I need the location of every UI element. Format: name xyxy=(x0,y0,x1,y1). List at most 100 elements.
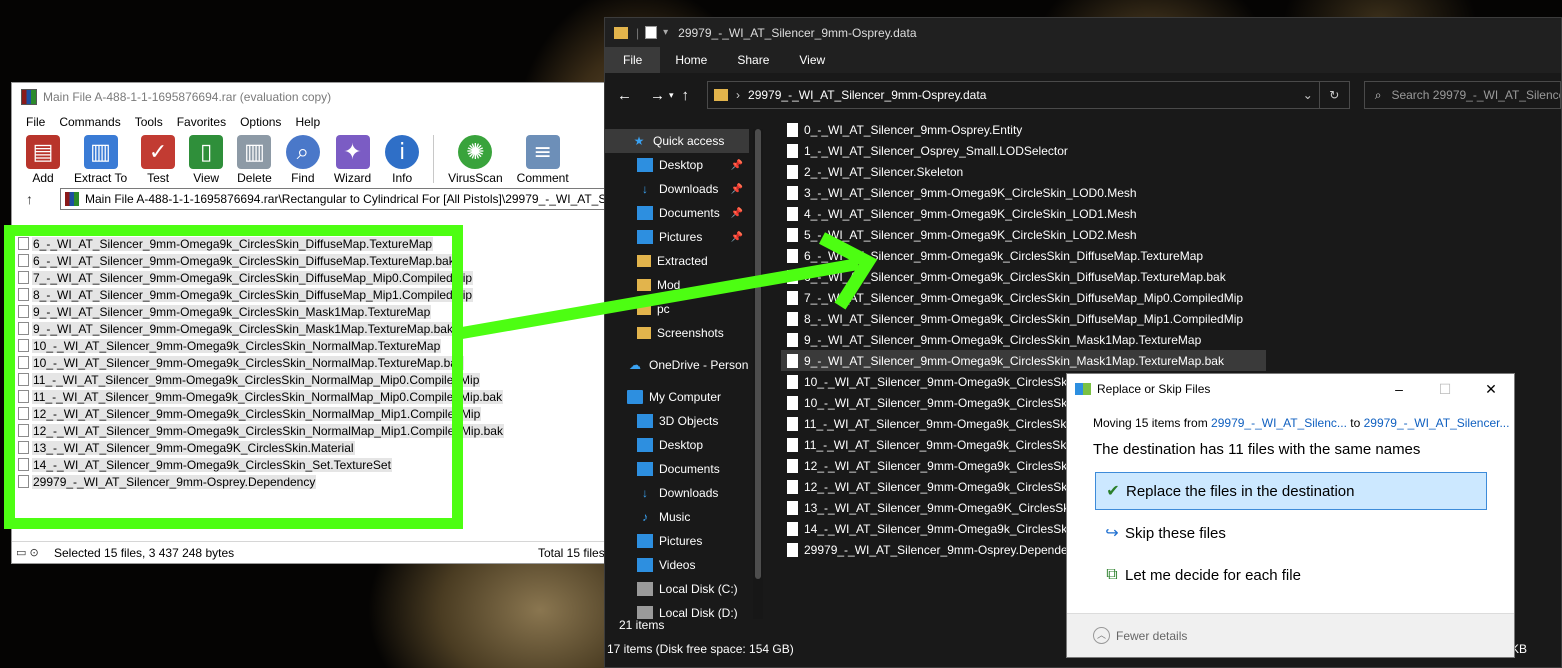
search-input[interactable]: ⌕ Search 29979_-_WI_AT_Silencer_9mm-Ospr… xyxy=(1363,81,1561,109)
list-item[interactable]: 6_-_WI_AT_Silencer_9mm-Omega9k_CirclesSk… xyxy=(781,245,1321,266)
source-folder-link[interactable]: 29979_-_WI_AT_Silenc... xyxy=(1211,416,1347,430)
minimize-icon[interactable]: – xyxy=(1376,381,1422,397)
list-item[interactable]: 3_-_WI_AT_Silencer_9mm-Omega9K_CircleSki… xyxy=(781,182,1321,203)
nav-item-3d-objects[interactable]: 3D Objects xyxy=(605,409,749,433)
recent-chevron-icon[interactable]: ▾ xyxy=(669,90,674,101)
properties-icon[interactable] xyxy=(645,26,658,39)
list-item[interactable]: 4_-_WI_AT_Silencer_9mm-Omega9K_CircleSki… xyxy=(781,203,1321,224)
list-item[interactable]: 29979_-_WI_AT_Silencer_9mm-Osprey.Depend… xyxy=(16,473,596,490)
list-item[interactable]: 6_-_WI_AT_Silencer_9mm-Omega9k_CirclesSk… xyxy=(16,252,596,269)
list-item[interactable]: 8_-_WI_AT_Silencer_9mm-Omega9k_CirclesSk… xyxy=(781,308,1321,329)
breadcrumb[interactable]: 29979_-_WI_AT_Silencer_9mm-Osprey.data xyxy=(748,88,1297,102)
chevron-up-icon[interactable]: ︿ xyxy=(1093,627,1110,644)
list-item[interactable]: 7_-_WI_AT_Silencer_9mm-Omega9k_CirclesSk… xyxy=(781,287,1321,308)
fewer-details-link[interactable]: Fewer details xyxy=(1116,629,1187,643)
tab-file[interactable]: File xyxy=(605,47,661,73)
menu-file[interactable]: File xyxy=(19,115,52,129)
list-item[interactable]: 14_-_WI_AT_Silencer_9mm-Omega9k_CirclesS… xyxy=(16,456,596,473)
pin-icon[interactable]: 📌 xyxy=(731,232,743,243)
nav-item-pc[interactable]: pc xyxy=(605,297,749,321)
winrar-path-field[interactable]: Main File A-488-1-1-1695876694.rar\Recta… xyxy=(60,188,608,210)
list-item[interactable]: 12_-_WI_AT_Silencer_9mm-Omega9k_CirclesS… xyxy=(16,405,596,422)
list-item[interactable]: 9_-_WI_AT_Silencer_9mm-Omega9k_CirclesSk… xyxy=(781,350,1266,371)
nav-item-pictures[interactable]: Pictures 📌 xyxy=(605,225,749,249)
winrar-titlebar[interactable]: Main File A-488-1-1-1695876694.rar (eval… xyxy=(12,83,608,111)
nav-item-screenshots[interactable]: Screenshots xyxy=(605,321,749,345)
pin-icon[interactable]: 📌 xyxy=(731,160,743,171)
nav-item-downloads[interactable]: ↓ Downloads 📌 xyxy=(605,177,749,201)
nav-item-music[interactable]: ♪ Music xyxy=(605,505,749,529)
drive-key-icon[interactable]: ▭ ⊙ xyxy=(12,546,54,559)
close-icon[interactable]: ✕ xyxy=(1468,381,1514,398)
menu-commands[interactable]: Commands xyxy=(52,115,127,129)
breadcrumb-chevron-icon[interactable]: › xyxy=(736,88,740,102)
up-arrow-icon[interactable]: ↑ xyxy=(682,87,690,104)
list-item[interactable]: 10_-_WI_AT_Silencer_9mm-Omega9k_CirclesS… xyxy=(16,354,596,371)
list-item[interactable]: 7_-_WI_AT_Silencer_9mm-Omega9k_CirclesSk… xyxy=(16,269,596,286)
chevron-down-icon[interactable]: ▾ xyxy=(663,27,668,38)
skip-files-option[interactable]: ↪ Skip these files xyxy=(1095,514,1487,552)
wizard-button[interactable]: ✦ Wizard xyxy=(334,135,371,185)
list-item[interactable]: 8_-_WI_AT_Silencer_9mm-Omega9k_CirclesSk… xyxy=(16,286,596,303)
file-icon xyxy=(787,479,798,494)
navigation-scrollbar[interactable] xyxy=(753,129,763,619)
tab-view[interactable]: View xyxy=(784,47,840,73)
nav-item-downloads[interactable]: ↓ Downloads xyxy=(605,481,749,505)
replace-files-option[interactable]: ✔ Replace the files in the destination xyxy=(1095,472,1487,510)
list-item[interactable]: 9_-_WI_AT_Silencer_9mm-Omega9k_CirclesSk… xyxy=(781,329,1321,350)
nav-item-extracted[interactable]: Extracted xyxy=(605,249,749,273)
dialog-titlebar[interactable]: Replace or Skip Files – ☐ ✕ xyxy=(1067,374,1514,404)
tab-home[interactable]: Home xyxy=(660,47,722,73)
menu-favorites[interactable]: Favorites xyxy=(170,115,233,129)
list-item[interactable]: 1_-_WI_AT_Silencer_Osprey_Small.LODSelec… xyxy=(781,140,1321,161)
add-button[interactable]: ▤ Add xyxy=(26,135,60,185)
scrollbar-thumb[interactable] xyxy=(755,129,761,579)
explorer-address-field[interactable]: › 29979_-_WI_AT_Silencer_9mm-Osprey.data… xyxy=(707,81,1350,109)
list-item[interactable]: 6_-_WI_AT_Silencer_9mm-Omega9k_CirclesSk… xyxy=(16,235,596,252)
virusscan-button[interactable]: ✺ VirusScan xyxy=(448,135,503,185)
nav-item-mod[interactable]: Mod xyxy=(605,273,749,297)
list-item[interactable]: 5_-_WI_AT_Silencer_9mm-Omega9K_CircleSki… xyxy=(781,224,1321,245)
nav-item-quick-access[interactable]: ★ Quick access xyxy=(605,129,749,153)
list-item[interactable]: 10_-_WI_AT_Silencer_9mm-Omega9k_CirclesS… xyxy=(16,337,596,354)
list-item[interactable]: 12_-_WI_AT_Silencer_9mm-Omega9k_CirclesS… xyxy=(16,422,596,439)
nav-item-local-disk-c[interactable]: Local Disk (C:) xyxy=(605,577,749,601)
pin-icon[interactable]: 📌 xyxy=(731,184,743,195)
info-button[interactable]: i Info xyxy=(385,135,420,185)
menu-options[interactable]: Options xyxy=(233,115,288,129)
nav-item-documents[interactable]: Documents xyxy=(605,457,749,481)
find-button[interactable]: ⌕ Find xyxy=(285,135,320,185)
pin-icon[interactable]: 📌 xyxy=(731,208,743,219)
list-item[interactable]: 2_-_WI_AT_Silencer.Skeleton xyxy=(781,161,1321,182)
tab-share[interactable]: Share xyxy=(722,47,784,73)
forward-arrow-icon[interactable]: → xyxy=(650,87,665,104)
back-arrow-icon[interactable]: ← xyxy=(617,87,632,104)
comment-button[interactable]: ≡ Comment xyxy=(517,135,569,185)
refresh-icon[interactable]: ↻ xyxy=(1318,82,1349,108)
menu-help[interactable]: Help xyxy=(288,115,327,129)
list-item[interactable]: 6_-_WI_AT_Silencer_9mm-Omega9k_CirclesSk… xyxy=(781,266,1321,287)
delete-button[interactable]: ▥ Delete xyxy=(237,135,272,185)
list-item[interactable]: 9_-_WI_AT_Silencer_9mm-Omega9k_CirclesSk… xyxy=(16,303,596,320)
view-button[interactable]: ▯ View xyxy=(189,135,224,185)
destination-folder-link[interactable]: 29979_-_WI_AT_Silencer... xyxy=(1364,416,1510,430)
list-item[interactable]: 0_-_WI_AT_Silencer_9mm-Osprey.Entity xyxy=(781,119,1321,140)
nav-item-my-computer[interactable]: My Computer xyxy=(605,385,749,409)
address-dropdown-icon[interactable]: ⌄ xyxy=(1297,88,1319,102)
test-button[interactable]: ✓ Test xyxy=(141,135,176,185)
menu-tools[interactable]: Tools xyxy=(128,115,170,129)
nav-item-onedrive-person[interactable]: ☁ OneDrive - Person xyxy=(605,353,749,377)
up-arrow-icon[interactable]: ↑ xyxy=(26,191,46,207)
nav-item-documents[interactable]: Documents 📌 xyxy=(605,201,749,225)
list-item[interactable]: 9_-_WI_AT_Silencer_9mm-Omega9k_CirclesSk… xyxy=(16,320,596,337)
decide-each-option[interactable]: ⧉ Let me decide for each file xyxy=(1095,556,1487,594)
list-item[interactable]: 11_-_WI_AT_Silencer_9mm-Omega9k_CirclesS… xyxy=(16,371,596,388)
nav-item-pictures[interactable]: Pictures xyxy=(605,529,749,553)
explorer-titlebar[interactable]: | ▾ 29979_-_WI_AT_Silencer_9mm-Osprey.da… xyxy=(605,18,1561,47)
extract-to-button[interactable]: ▥ Extract To xyxy=(74,135,127,185)
nav-item-desktop[interactable]: Desktop xyxy=(605,433,749,457)
nav-item-videos[interactable]: Videos xyxy=(605,553,749,577)
list-item[interactable]: 11_-_WI_AT_Silencer_9mm-Omega9k_CirclesS… xyxy=(16,388,596,405)
nav-item-desktop[interactable]: Desktop 📌 xyxy=(605,153,749,177)
list-item[interactable]: 13_-_WI_AT_Silencer_9mm-Omega9K_CirclesS… xyxy=(16,439,596,456)
